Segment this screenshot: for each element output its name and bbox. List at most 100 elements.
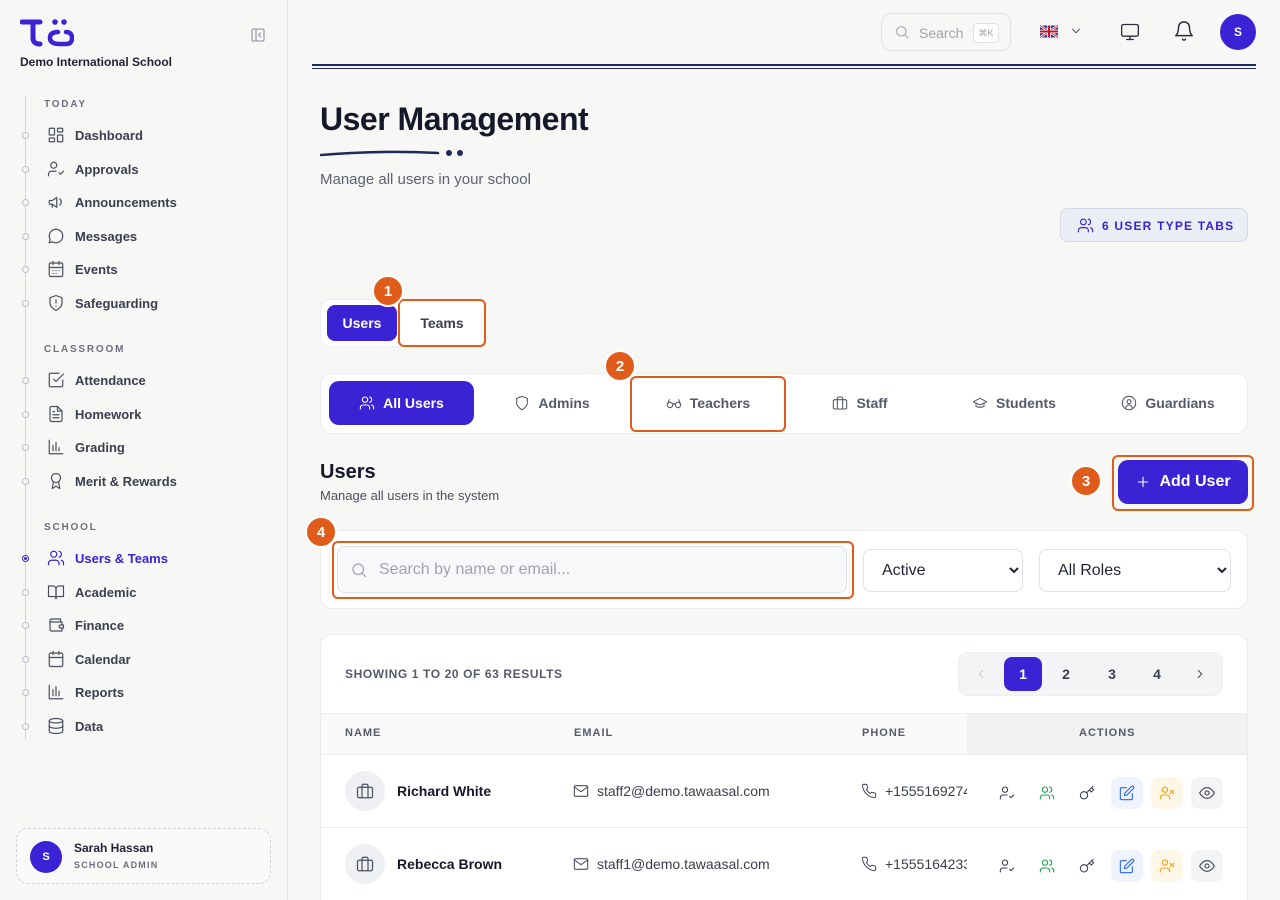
sidebar-item-finance[interactable]: Finance bbox=[20, 610, 270, 640]
database-icon bbox=[48, 717, 64, 735]
page-button[interactable]: 1 bbox=[1004, 657, 1042, 691]
briefcase-icon bbox=[356, 856, 374, 872]
user-profile-card[interactable]: S Sarah Hassan SCHOOL ADMIN bbox=[16, 828, 271, 884]
avatar bbox=[345, 771, 385, 811]
calendar-days-icon bbox=[48, 260, 64, 278]
highlight-search bbox=[332, 541, 854, 599]
tab-students[interactable]: Students bbox=[940, 381, 1088, 425]
tab-label: Admins bbox=[538, 395, 590, 411]
type-tabs-label: 6 USER TYPE TABS bbox=[1102, 219, 1235, 233]
column-header-email[interactable]: EMAIL bbox=[574, 727, 613, 739]
wallet-icon bbox=[49, 618, 65, 632]
phone-text: +15551692745 bbox=[885, 783, 967, 799]
deactivate-user-button[interactable] bbox=[1151, 850, 1183, 882]
tab-users[interactable]: Users bbox=[327, 305, 397, 341]
add-user-button[interactable]: Add User bbox=[1118, 460, 1248, 504]
approve-user-button[interactable] bbox=[991, 850, 1023, 882]
reset-password-button[interactable] bbox=[1071, 850, 1103, 882]
user-check-icon bbox=[999, 786, 1015, 800]
page-button[interactable]: 4 bbox=[1138, 657, 1176, 691]
deactivate-user-button[interactable] bbox=[1151, 777, 1183, 809]
table-row[interactable]: Rebecca Brown staff1@demo.tawaasal.com +… bbox=[321, 828, 1247, 900]
sidebar-item-reports[interactable]: Reports bbox=[20, 677, 270, 707]
sidebar-item-dashboard[interactable]: Dashboard bbox=[20, 120, 270, 150]
sidebar-item-label: Safeguarding bbox=[75, 296, 159, 311]
reset-password-button[interactable] bbox=[1071, 777, 1103, 809]
tab-guardians[interactable]: Guardians bbox=[1098, 381, 1238, 425]
user-x-icon bbox=[1159, 859, 1175, 873]
sidebar-item-label: Academic bbox=[75, 585, 137, 600]
status-select[interactable]: Active bbox=[863, 549, 1023, 592]
section-subtitle: Manage all users in the system bbox=[320, 488, 500, 503]
view-user-button[interactable] bbox=[1191, 850, 1223, 882]
global-search[interactable]: Search ⌘K bbox=[881, 13, 1011, 51]
shortcut-hint: ⌘K bbox=[973, 23, 999, 43]
users-icon bbox=[47, 550, 65, 566]
uk-flag-icon[interactable] bbox=[1040, 25, 1058, 38]
sidebar-item-users-teams[interactable]: Users & Teams bbox=[20, 543, 270, 573]
calendar-icon bbox=[48, 650, 64, 668]
tab-all-users[interactable]: All Users bbox=[329, 381, 474, 425]
next-page-button[interactable] bbox=[1181, 657, 1219, 691]
page-title: User Management bbox=[320, 101, 589, 137]
sidebar: Demo International School TODAY Dashboar… bbox=[0, 0, 288, 900]
edit-user-button[interactable] bbox=[1111, 777, 1143, 809]
manage-teams-button[interactable] bbox=[1031, 777, 1063, 809]
sidebar-item-events[interactable]: Events bbox=[20, 254, 270, 284]
row-actions bbox=[991, 850, 1223, 882]
sidebar-item-safeguarding[interactable]: Safeguarding bbox=[20, 288, 270, 318]
mail-icon bbox=[573, 785, 589, 797]
page-button[interactable]: 2 bbox=[1047, 657, 1085, 691]
monitor-icon[interactable] bbox=[1120, 22, 1140, 42]
user-avatar-button[interactable]: S bbox=[1220, 14, 1256, 50]
sidebar-item-approvals[interactable]: Approvals bbox=[20, 154, 270, 184]
sidebar-item-calendar[interactable]: Calendar bbox=[20, 644, 270, 674]
sidebar-item-grading[interactable]: Grading bbox=[20, 432, 270, 462]
manage-teams-button[interactable] bbox=[1031, 850, 1063, 882]
page-button[interactable]: 3 bbox=[1093, 657, 1131, 691]
tab-staff[interactable]: Staff bbox=[790, 381, 930, 425]
phone-icon bbox=[861, 783, 877, 799]
approve-user-button[interactable] bbox=[991, 777, 1023, 809]
annotation-badge: 3 bbox=[1070, 465, 1102, 497]
column-header-name[interactable]: NAME bbox=[345, 727, 381, 739]
column-header-actions: ACTIONS bbox=[1079, 727, 1136, 739]
users-icon bbox=[359, 396, 375, 410]
bell-icon[interactable] bbox=[1173, 20, 1195, 42]
sidebar-item-merit-rewards[interactable]: Merit & Rewards bbox=[20, 466, 270, 496]
annotation-badge: 2 bbox=[604, 350, 636, 382]
role-select[interactable]: All Roles bbox=[1039, 549, 1231, 592]
user-name: Rebecca Brown bbox=[397, 856, 503, 872]
search-label: Search bbox=[919, 25, 964, 41]
user-email: staff1@demo.tawaasal.com bbox=[573, 856, 770, 872]
table-row[interactable]: Richard White staff2@demo.tawaasal.com +… bbox=[321, 755, 1247, 828]
eye-icon bbox=[1199, 787, 1215, 799]
users-icon bbox=[1039, 859, 1055, 873]
file-text-icon bbox=[49, 405, 63, 423]
sidebar-item-label: Merit & Rewards bbox=[75, 474, 177, 489]
sidebar-item-homework[interactable]: Homework bbox=[20, 399, 270, 429]
school-logo bbox=[20, 19, 74, 47]
sidebar-item-attendance[interactable]: Attendance bbox=[20, 365, 270, 395]
sidebar-item-label: Messages bbox=[75, 229, 138, 244]
graduation-cap-icon bbox=[972, 397, 988, 408]
sidebar-item-announcements[interactable]: Announcements bbox=[20, 187, 270, 217]
edit-user-button[interactable] bbox=[1111, 850, 1143, 882]
sidebar-item-academic[interactable]: Academic bbox=[20, 577, 270, 607]
results-count: SHOWING 1 TO 20 OF 63 RESULTS bbox=[345, 667, 563, 681]
column-header-phone[interactable]: PHONE bbox=[862, 727, 906, 739]
plus-icon bbox=[1138, 476, 1149, 488]
view-user-button[interactable] bbox=[1191, 777, 1223, 809]
bar-chart-icon bbox=[48, 439, 64, 455]
prev-page-button[interactable] bbox=[962, 657, 1000, 691]
collapse-sidebar-icon[interactable] bbox=[250, 27, 266, 43]
profile-name: Sarah Hassan bbox=[74, 841, 154, 855]
sidebar-item-label: Homework bbox=[75, 407, 142, 422]
sidebar-item-data[interactable]: Data bbox=[20, 711, 270, 741]
chevron-down-icon[interactable] bbox=[1069, 24, 1083, 38]
tab-admins[interactable]: Admins bbox=[484, 381, 620, 425]
sidebar-item-label: Finance bbox=[75, 618, 125, 633]
sidebar-item-messages[interactable]: Messages bbox=[20, 221, 270, 251]
tab-teams[interactable]: Teams bbox=[398, 299, 486, 347]
user-name: Richard White bbox=[397, 783, 492, 799]
